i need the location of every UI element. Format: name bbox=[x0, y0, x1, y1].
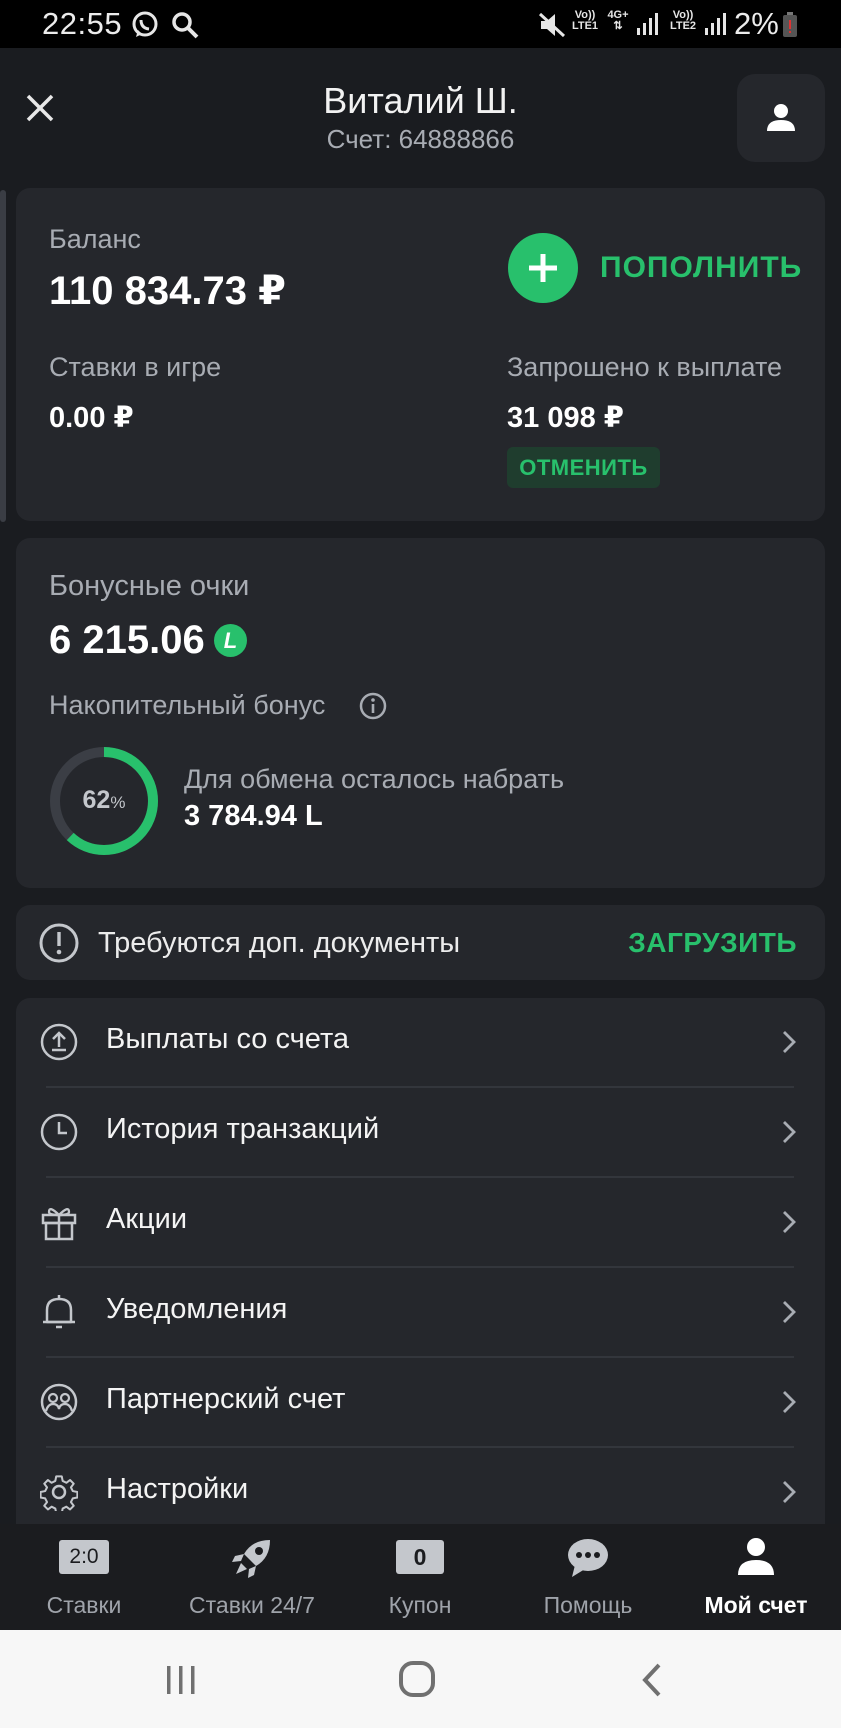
battery-percent: 2% bbox=[734, 6, 779, 41]
deposit-button[interactable]: ПОПОЛНИТЬ bbox=[507, 232, 841, 306]
home-icon[interactable] bbox=[398, 1660, 436, 1698]
user-name: Виталий Ш. bbox=[323, 80, 518, 121]
nav-help[interactable]: Помощь bbox=[504, 1524, 672, 1630]
back-icon[interactable] bbox=[640, 1662, 664, 1698]
coupon-icon: 0 bbox=[396, 1540, 444, 1574]
info-icon[interactable] bbox=[359, 692, 387, 720]
cumulative-label: Накопительный бонус bbox=[49, 690, 326, 720]
bonus-progress-ring: 62% bbox=[49, 746, 159, 856]
withdraw-value: 31 098 ₽ bbox=[507, 402, 624, 434]
status-time: 22:55 bbox=[42, 6, 123, 41]
bets-label: Ставки в игре bbox=[49, 352, 222, 382]
network-2: Vo)) LTE2 bbox=[669, 9, 697, 32]
upload-icon bbox=[40, 1023, 78, 1061]
signal-icon-1 bbox=[636, 12, 660, 36]
loyalty-badge-icon: L bbox=[214, 624, 247, 657]
balance-card: Баланс 110 834.73 ₽ ПОПОЛНИТЬ Ставки в и… bbox=[16, 188, 825, 521]
nav-my-account[interactable]: Мой счет bbox=[672, 1524, 840, 1630]
menu-item-notifications[interactable]: Уведомления bbox=[16, 1267, 825, 1357]
progress-unit: % bbox=[110, 793, 126, 812]
gift-icon bbox=[41, 1207, 77, 1241]
menu-label: История транзакций bbox=[106, 1113, 380, 1145]
network-type: 4G+ ⇅ bbox=[607, 9, 629, 32]
menu-label: Уведомления bbox=[106, 1293, 288, 1325]
menu-label: Выплаты со счета bbox=[106, 1023, 350, 1055]
alert-icon bbox=[39, 923, 79, 963]
menu-label: Настройки bbox=[106, 1473, 249, 1505]
cancel-withdraw-button[interactable]: ОТМЕНИТЬ bbox=[507, 447, 660, 488]
status-bar: 22:55 Vo)) LTE1 4G+ ⇅ Vo)) LTE2 2% bbox=[0, 0, 841, 48]
chevron-right-icon bbox=[783, 1301, 796, 1323]
whatsapp-icon bbox=[130, 10, 160, 40]
nav-label: Купон bbox=[388, 1592, 452, 1618]
deposit-label: ПОПОЛНИТЬ bbox=[600, 251, 803, 284]
user-icon bbox=[767, 104, 795, 131]
menu-item-partner[interactable]: Партнерский счет bbox=[16, 1357, 825, 1447]
chat-icon bbox=[568, 1539, 608, 1577]
documents-text: Требуются доп. документы bbox=[98, 927, 461, 959]
system-navigation-bar bbox=[0, 1630, 841, 1728]
rocket-icon bbox=[232, 1540, 270, 1578]
bonus-card: Бонусные очки 6 215.06 L Накопительный б… bbox=[16, 538, 825, 888]
menu-item-payouts[interactable]: Выплаты со счета bbox=[16, 997, 825, 1087]
bets-value: 0.00 ₽ bbox=[49, 402, 134, 434]
chevron-right-icon bbox=[783, 1391, 796, 1413]
exchange-label: Для обмена осталось набрать bbox=[184, 764, 565, 794]
bonus-title: Бонусные очки bbox=[49, 570, 250, 602]
partners-icon bbox=[40, 1383, 78, 1421]
battery-icon bbox=[782, 12, 798, 38]
menu-item-transactions[interactable]: История транзакций bbox=[16, 1087, 825, 1177]
balance-value: 110 834.73 ₽ bbox=[49, 269, 286, 313]
score-icon: 2:0 bbox=[59, 1540, 109, 1574]
nav-label: Ставки 24/7 bbox=[189, 1592, 315, 1618]
balance-label: Баланс bbox=[49, 224, 141, 254]
nav-coupon[interactable]: 0 Купон bbox=[336, 1524, 504, 1630]
menu-item-promotions[interactable]: Акции bbox=[16, 1177, 825, 1267]
profile-button[interactable] bbox=[737, 74, 825, 162]
chevron-right-icon bbox=[783, 1031, 796, 1053]
progress-number: 62 bbox=[82, 786, 111, 814]
bottom-navigation: 2:0 Ставки Ставки 24/7 0 Купон Помощь Мо… bbox=[0, 1524, 841, 1630]
withdraw-label: Запрошено к выплате bbox=[507, 352, 783, 382]
signal-icon-2 bbox=[704, 12, 728, 36]
scroll-indicator[interactable] bbox=[0, 190, 6, 522]
chevron-right-icon bbox=[783, 1121, 796, 1143]
network-1: Vo)) LTE1 bbox=[571, 9, 599, 32]
nav-label: Мой счет bbox=[704, 1592, 808, 1618]
chevron-right-icon bbox=[783, 1481, 796, 1503]
bell-icon bbox=[43, 1295, 75, 1329]
nav-bets[interactable]: 2:0 Ставки bbox=[0, 1524, 168, 1630]
clock-icon bbox=[40, 1113, 78, 1151]
menu-label: Партнерский счет bbox=[106, 1383, 346, 1415]
user-icon bbox=[738, 1538, 774, 1575]
nav-label: Ставки bbox=[46, 1592, 122, 1618]
nav-bets-247[interactable]: Ставки 24/7 bbox=[168, 1524, 336, 1630]
bonus-points: 6 215.06 bbox=[49, 618, 205, 662]
search-icon bbox=[170, 10, 200, 40]
exchange-value: 3 784.94 L bbox=[184, 800, 323, 832]
gear-icon bbox=[40, 1475, 78, 1511]
mute-icon bbox=[538, 12, 566, 38]
upload-documents-button[interactable]: ЗАГРУЗИТЬ bbox=[628, 927, 797, 959]
nav-label: Помощь bbox=[543, 1592, 633, 1618]
menu-label: Акции bbox=[106, 1203, 188, 1235]
account-number: Счет: 64888866 bbox=[326, 124, 515, 154]
recent-apps-icon[interactable] bbox=[164, 1664, 198, 1696]
chevron-right-icon bbox=[783, 1211, 796, 1233]
documents-banner: Требуются доп. документы ЗАГРУЗИТЬ bbox=[16, 905, 825, 980]
plus-icon bbox=[508, 233, 578, 303]
